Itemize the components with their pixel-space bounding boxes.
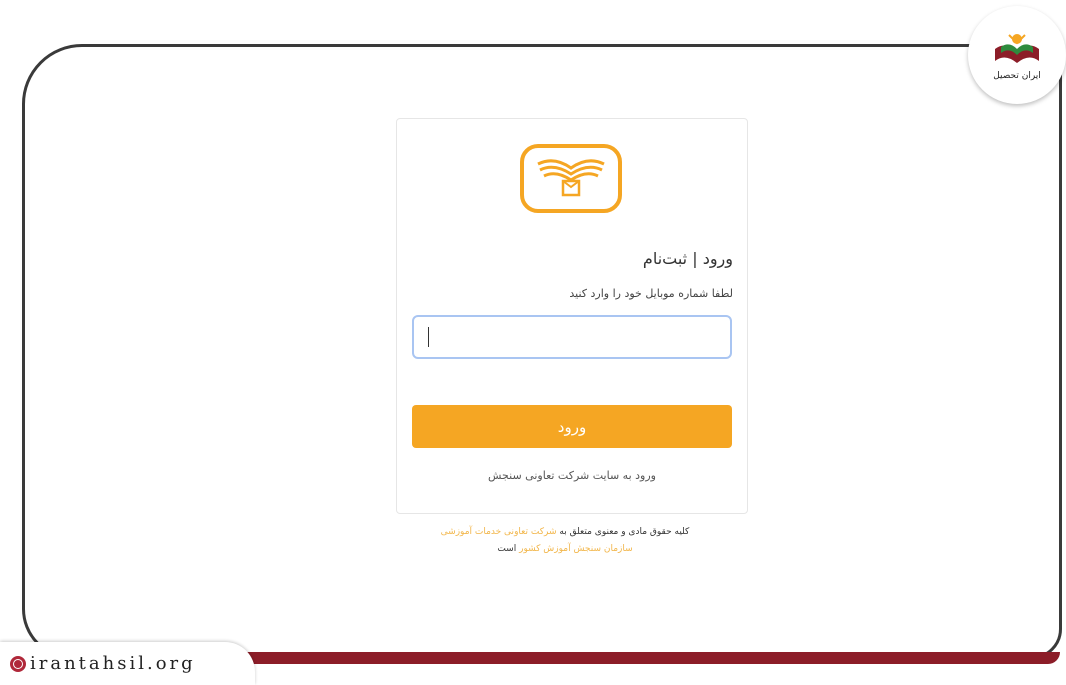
- globe-icon: [10, 655, 26, 672]
- site-watermark: irantahsil.org: [0, 642, 255, 685]
- cooperative-link[interactable]: شرکت تعاونی خدمات آموزشی: [441, 527, 557, 537]
- copyright-prefix: کلیه حقوق مادی و معنوی متعلق به: [559, 527, 690, 537]
- login-instruction: لطفا شماره موبایل خود را وارد کنید: [569, 287, 733, 300]
- copyright-suffix: است: [497, 544, 517, 554]
- bottom-accent-bar: [230, 652, 1060, 664]
- brand-badge: ایران تحصیل: [968, 6, 1066, 104]
- brand-badge-text: ایران تحصیل: [993, 71, 1041, 81]
- watermark-text: irantahsil.org: [30, 653, 196, 674]
- text-caret: [428, 327, 429, 347]
- brand-logo-icon: [995, 34, 1039, 63]
- page: ایران تحصیل ورود | ثبت‌نام لطفا شماره مو…: [0, 0, 1066, 685]
- sanjesh-site-link[interactable]: ورود به سایت شرکت تعاونی سنجش: [397, 469, 747, 482]
- organization-link[interactable]: سازمان سنجش آموزش کشور: [519, 544, 633, 554]
- book-icon: [537, 159, 605, 197]
- login-button[interactable]: ورود: [412, 405, 732, 448]
- login-card: ورود | ثبت‌نام لطفا شماره موبایل خود را …: [396, 118, 748, 514]
- mobile-number-input[interactable]: [412, 315, 732, 359]
- login-title: ورود | ثبت‌نام: [642, 249, 733, 268]
- site-logo: [520, 144, 622, 213]
- copyright-notice: کلیه حقوق مادی و معنوی متعلق به شرکت تعا…: [380, 524, 750, 558]
